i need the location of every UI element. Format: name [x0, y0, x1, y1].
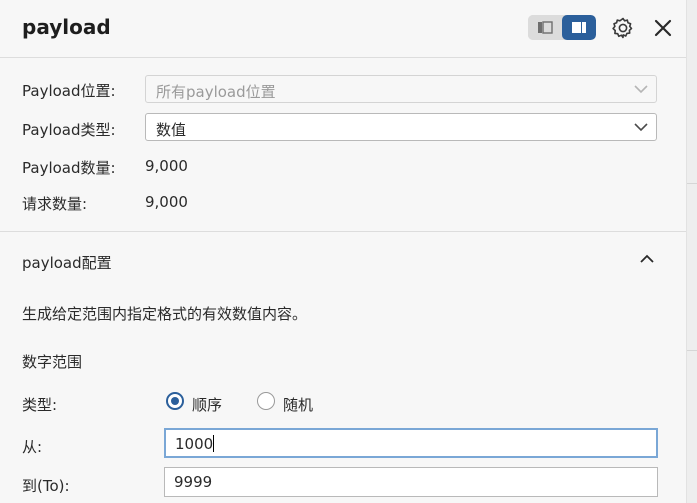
from-input-value: 1000	[175, 435, 214, 453]
config-description: 生成给定范围内指定格式的有效数值内容。	[22, 305, 308, 323]
right-scroll-strip	[686, 0, 697, 503]
radio-random[interactable]	[257, 392, 275, 410]
to-input[interactable]: 9999	[164, 467, 658, 497]
range-type-label: 类型:	[22, 396, 58, 414]
payload-count-value: 9,000	[145, 157, 188, 175]
request-count-value: 9,000	[145, 193, 188, 211]
panel-left-icon	[538, 21, 553, 34]
to-label: 到(To):	[22, 477, 70, 495]
panel-title: payload	[22, 15, 111, 39]
from-label: 从:	[22, 438, 43, 456]
chevron-down-icon	[634, 85, 648, 94]
layout-right-button[interactable]	[562, 15, 596, 40]
payload-type-value: 数值	[156, 121, 187, 139]
panel-right-icon	[572, 22, 586, 33]
text-caret	[213, 435, 215, 452]
payload-type-label: Payload类型:	[22, 121, 116, 139]
close-icon[interactable]	[651, 16, 675, 40]
gear-icon[interactable]	[611, 16, 635, 40]
chevron-down-icon	[634, 123, 648, 132]
layout-toggle	[528, 15, 596, 40]
radio-sequential[interactable]	[166, 392, 184, 410]
layout-left-button[interactable]	[528, 15, 562, 40]
radio-random-label: 随机	[283, 396, 314, 414]
request-count-label: 请求数量:	[22, 195, 88, 213]
panel-header: payload	[0, 0, 686, 58]
number-range-heading: 数字范围	[22, 353, 83, 371]
to-input-value: 9999	[174, 473, 213, 491]
payload-position-label: Payload位置:	[22, 82, 116, 100]
payload-count-label: Payload数量:	[22, 159, 116, 177]
payload-position-value: 所有payload位置	[156, 83, 276, 101]
section-divider	[0, 231, 686, 232]
payload-position-select[interactable]: 所有payload位置	[145, 75, 657, 103]
payload-panel: payload Payload位置: 所有payload位置 Payload类型…	[0, 0, 686, 503]
from-input[interactable]: 1000	[164, 428, 658, 458]
chevron-up-icon[interactable]	[638, 252, 656, 266]
payload-config-title: payload配置	[22, 254, 112, 272]
payload-type-select[interactable]: 数值	[145, 113, 657, 141]
radio-sequential-label: 顺序	[192, 396, 223, 414]
